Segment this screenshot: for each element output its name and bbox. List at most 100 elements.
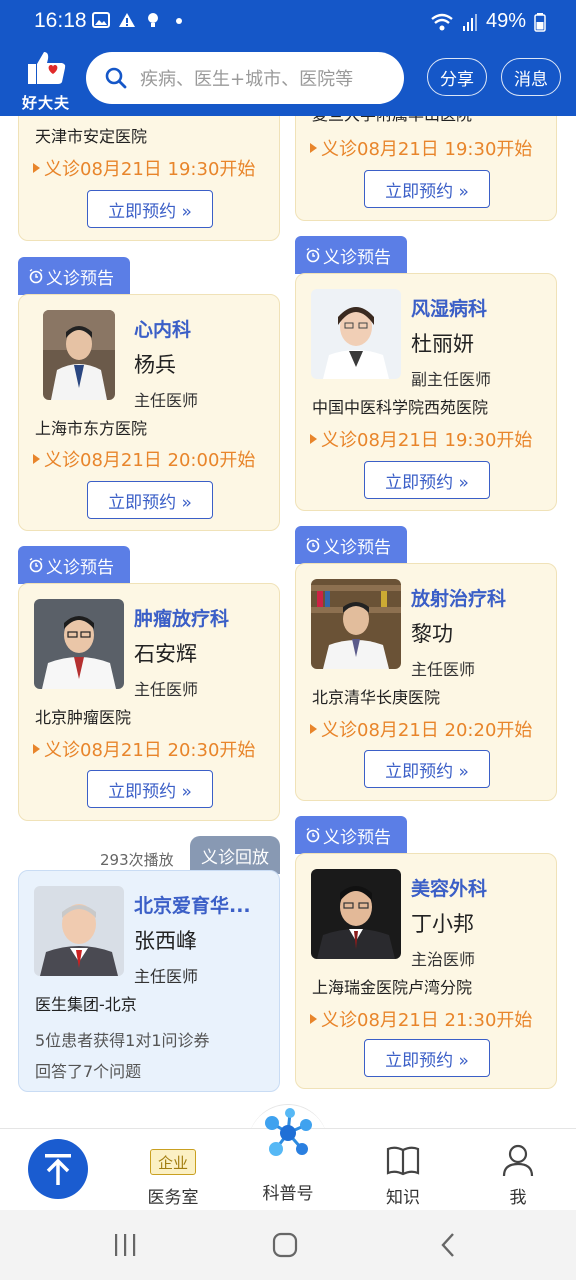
doctor-photo: [311, 579, 401, 669]
preview-tag: 义诊预告: [295, 526, 407, 564]
department: 心内科: [134, 319, 192, 341]
home-icon[interactable]: [272, 1232, 298, 1258]
doctor-name: 石安辉: [134, 642, 197, 666]
doctor-name: 张西峰: [134, 929, 197, 953]
doctor-photo: [43, 310, 115, 400]
doctor-name: 杨兵: [134, 353, 176, 377]
consult-time: 义诊08月21日 20:30开始: [33, 736, 255, 762]
preview-tag: 义诊预告: [18, 546, 130, 584]
doctor-photo: [34, 886, 124, 976]
message-button[interactable]: 消息: [501, 58, 561, 96]
doctor-name: 丁小邦: [411, 912, 474, 936]
department: 北京爱育华...: [134, 895, 251, 917]
nav-knowledge[interactable]: 知识: [358, 1129, 448, 1211]
doctor-name: 杜丽妍: [411, 332, 474, 356]
hospital-name: 医生集团-北京: [35, 995, 137, 1014]
nav-clinic[interactable]: 企业 医务室: [128, 1129, 218, 1211]
doctor-card[interactable]: 北京爱育华... 张西峰 主任医师 医生集团-北京 5位患者获得1对1问诊券 回…: [18, 870, 280, 1092]
doctor-title: 主任医师: [134, 680, 199, 699]
book-icon: [386, 1146, 420, 1176]
nav-me[interactable]: 我: [473, 1129, 563, 1211]
share-button[interactable]: 分享: [427, 58, 487, 96]
search-placeholder: 疾病、医生+城市、医院等: [140, 69, 354, 90]
user-icon: [502, 1144, 534, 1177]
app-header: 好大夫 疾病、医生+城市、医院等 分享 消息: [0, 40, 576, 116]
doctor-card[interactable]: 美容外科 丁小邦 主治医师 上海瑞金医院卢湾分院 义诊08月21日 21:30开…: [295, 853, 557, 1089]
status-right: 49%: [430, 10, 546, 33]
doctor-title: 主任医师: [134, 967, 199, 986]
hospital-name: 北京肿瘤医院: [35, 708, 132, 727]
back-icon[interactable]: [436, 1232, 462, 1258]
hospital-name: 复旦大学附属华山医院: [312, 116, 472, 125]
app-logo[interactable]: 好大夫: [20, 50, 72, 112]
nav-label: 我: [509, 1188, 527, 1208]
preview-tag: 义诊预告: [295, 816, 407, 854]
wifi-icon: [431, 13, 453, 30]
battery-icon: [534, 12, 546, 32]
nav-label: 医务室: [147, 1188, 199, 1208]
signal-icon: [462, 13, 477, 31]
book-button[interactable]: 立即预约 »: [364, 1039, 490, 1077]
preview-tag: 义诊预告: [18, 257, 130, 295]
play-count: 293次播放: [100, 851, 174, 869]
nav-label: 科普号: [262, 1184, 314, 1204]
recent-apps-icon[interactable]: [112, 1232, 138, 1258]
hospital-name: 北京清华长庚医院: [312, 688, 441, 707]
consult-time: 义诊08月21日 19:30开始: [310, 135, 532, 161]
doctor-card[interactable]: 心内科 杨兵 主任医师 上海市东方医院 义诊08月21日 20:00开始 立即预…: [18, 294, 280, 531]
doctor-card[interactable]: 肿瘤放疗科 石安辉 主任医师 北京肿瘤医院 义诊08月21日 20:30开始 立…: [18, 583, 280, 821]
dot-icon: [176, 18, 182, 24]
status-bar: 16:18 49%: [0, 0, 576, 40]
bottom-nav: 企业 医务室 科普号 知识 我: [0, 1108, 576, 1211]
doctor-card[interactable]: 放射治疗科 黎功 主任医师 北京清华长庚医院 义诊08月21日 20:20开始 …: [295, 563, 557, 801]
consult-time: 义诊08月21日 19:30开始: [310, 426, 532, 452]
department: 肿瘤放疗科: [134, 608, 230, 630]
answers-info: 回答了7个问题: [35, 1062, 142, 1081]
book-button[interactable]: 立即预约 »: [364, 170, 490, 208]
hospital-name: 上海瑞金医院卢湾分院: [312, 978, 473, 997]
doctor-card[interactable]: 天津市安定医院 义诊08月21日 19:30开始 立即预约 »: [18, 116, 280, 241]
gallery-icon: [92, 12, 110, 28]
search-icon: [105, 67, 127, 89]
alarm-clock-icon: [306, 827, 320, 843]
hospital-name: 上海市东方医院: [35, 419, 148, 438]
book-button[interactable]: 立即预约 »: [364, 750, 490, 788]
preview-tag: 义诊预告: [295, 236, 407, 274]
alarm-clock-icon: [306, 537, 320, 553]
consult-time: 义诊08月21日 19:30开始: [33, 155, 255, 181]
doctor-name: 黎功: [411, 622, 453, 646]
alarm-clock-icon: [29, 557, 43, 573]
consult-time: 义诊08月21日 21:30开始: [310, 1006, 532, 1032]
alarm-clock-icon: [306, 247, 320, 263]
doctor-card[interactable]: 风湿病科 杜丽妍 副主任医师 中国中医科学院西苑医院 义诊08月21日 19:3…: [295, 273, 557, 511]
consult-time: 义诊08月21日 20:00开始: [33, 446, 255, 472]
book-button[interactable]: 立即预约 »: [87, 481, 213, 519]
consult-time: 义诊08月21日 20:20开始: [310, 716, 532, 742]
book-button[interactable]: 立即预约 »: [87, 770, 213, 808]
nav-kepu[interactable]: 科普号: [243, 1108, 333, 1211]
doctor-card[interactable]: 复旦大学附属华山医院 义诊08月21日 19:30开始 立即预约 »: [295, 116, 557, 221]
battery-percent: 49%: [485, 10, 526, 32]
nav-label: 知识: [386, 1188, 420, 1208]
molecule-icon: [265, 1108, 312, 1156]
doctor-feed[interactable]: 天津市安定医院 义诊08月21日 19:30开始 立即预约 » 复旦大学附属华山…: [0, 116, 576, 1128]
department: 美容外科: [411, 878, 488, 900]
doctor-title: 主任医师: [134, 391, 199, 410]
doctor-photo: [34, 599, 124, 689]
doctor-title: 主治医师: [411, 950, 476, 969]
doctor-title: 主任医师: [411, 660, 476, 679]
back-to-top-button[interactable]: [28, 1139, 88, 1199]
alarm-clock-icon: [29, 268, 43, 284]
book-button[interactable]: 立即预约 »: [364, 461, 490, 499]
thumbs-heart-icon: [28, 52, 66, 84]
search-bar[interactable]: 疾病、医生+城市、医院等: [86, 52, 404, 104]
doctor-photo: [311, 289, 401, 379]
replay-tag: 义诊回放: [190, 836, 280, 874]
status-time: 16:18: [34, 9, 87, 32]
warning-icon: [119, 13, 135, 27]
doctor-title: 副主任医师: [411, 370, 492, 389]
doctor-photo: [311, 869, 401, 959]
hospital-name: 中国中医科学院西苑医院: [312, 398, 489, 417]
book-button[interactable]: 立即预约 »: [87, 190, 213, 228]
department: 放射治疗科: [411, 588, 507, 610]
